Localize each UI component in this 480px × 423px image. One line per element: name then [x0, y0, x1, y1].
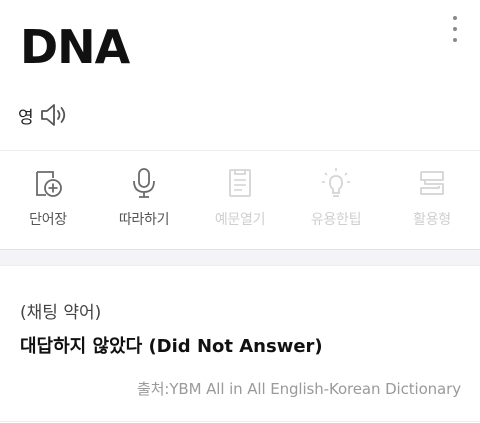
pronunciation-row: 영 — [18, 100, 70, 130]
speaker-icon[interactable] — [38, 102, 70, 128]
divider — [0, 421, 480, 422]
tool-label: 단어장 — [29, 212, 67, 228]
section-separator — [0, 249, 480, 266]
dictionary-entry-screen: DNA 영 단어장 따라하기 예문열기 유용한팁 활용형 (채팅 약어) 대답하… — [0, 0, 480, 423]
entry-toolbar: 단어장 따라하기 예문열기 유용한팁 활용형 — [0, 163, 480, 239]
forms-icon — [415, 163, 449, 203]
tool-label: 유용한팁 — [310, 212, 362, 228]
tool-tips-button[interactable]: 유용한팁 — [288, 163, 384, 239]
pronunciation-label: 영 — [18, 107, 34, 128]
tool-examples-button[interactable]: 예문열기 — [192, 163, 288, 239]
definition-meaning: 대답하지 않았다 (Did Not Answer) — [20, 336, 323, 357]
add-to-wordbook-icon — [31, 163, 65, 203]
tool-label: 예문열기 — [214, 212, 266, 228]
more-options-icon[interactable] — [445, 14, 465, 44]
tool-wordbook-button[interactable]: 단어장 — [0, 163, 96, 239]
tool-repeat-button[interactable]: 따라하기 — [96, 163, 192, 239]
divider — [0, 150, 480, 151]
tool-label: 활용형 — [413, 212, 451, 228]
lightbulb-icon — [319, 163, 353, 203]
tool-label: 따라하기 — [118, 212, 170, 228]
definition-source: 출처:YBM All in All English-Korean Diction… — [137, 380, 461, 398]
document-icon — [223, 163, 257, 203]
definition-category: (채팅 약어) — [20, 303, 102, 323]
entry-word: DNA — [20, 20, 130, 74]
microphone-icon — [127, 163, 161, 203]
tool-forms-button[interactable]: 활용형 — [384, 163, 480, 239]
